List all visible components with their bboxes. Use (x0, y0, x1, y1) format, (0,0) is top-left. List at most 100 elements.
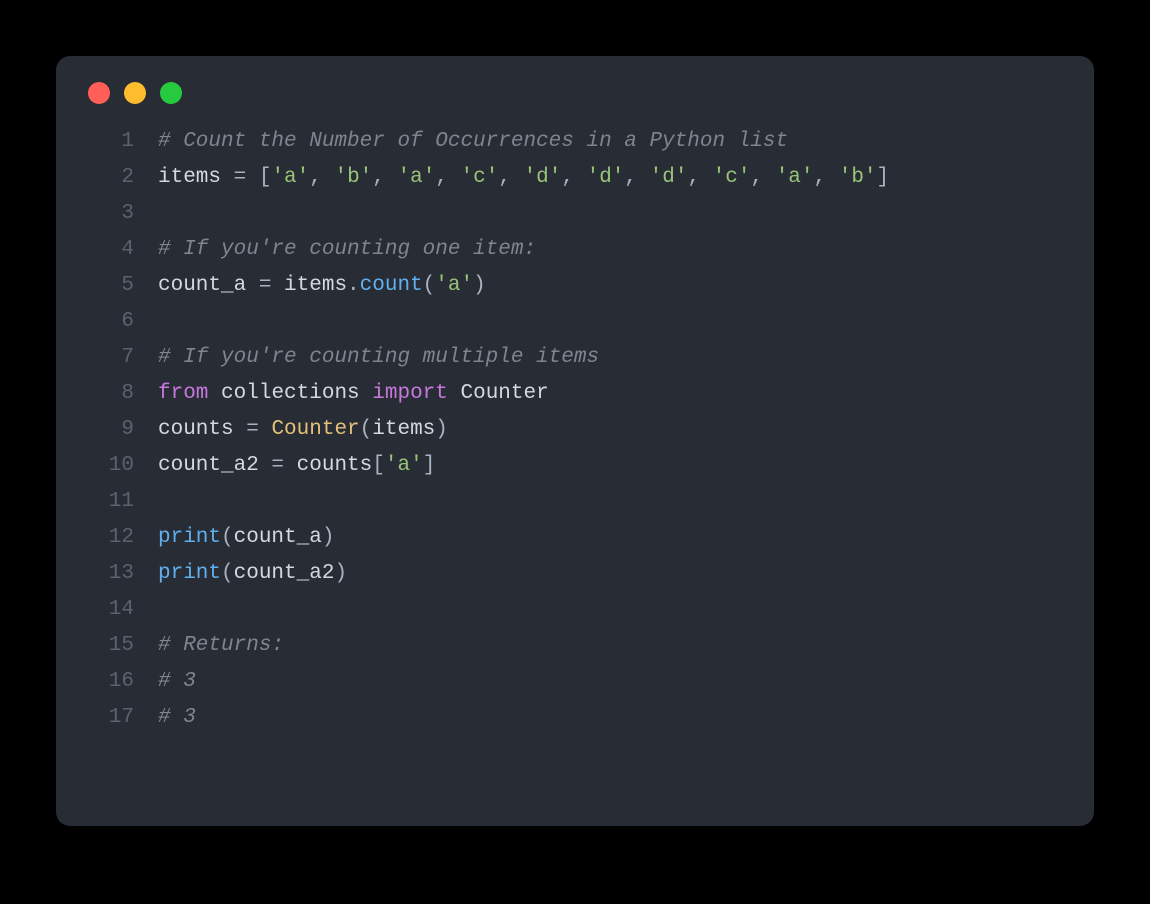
line-number: 15 (86, 628, 158, 664)
operator: = (221, 166, 259, 189)
string: 'd' (650, 166, 688, 189)
code-line: 16 # 3 (86, 664, 1064, 700)
comma: , (814, 166, 839, 189)
code-line: 4 # If you're counting one item: (86, 232, 1064, 268)
string: 'a' (271, 166, 309, 189)
line-number: 12 (86, 520, 158, 556)
comment: # If you're counting one item: (158, 238, 536, 261)
string: 'c' (461, 166, 499, 189)
string: 'd' (587, 166, 625, 189)
keyword: from (158, 382, 208, 405)
code-line: 3 (86, 196, 1064, 232)
space (360, 382, 373, 405)
string: 'a' (435, 274, 473, 297)
code-content: # If you're counting one item: (158, 232, 536, 268)
comment: # If you're counting multiple items (158, 346, 599, 369)
comma: , (309, 166, 334, 189)
code-editor[interactable]: 1 # Count the Number of Occurrences in a… (86, 124, 1064, 736)
string: 'a' (776, 166, 814, 189)
operator: = (234, 418, 272, 441)
code-line: 11 (86, 484, 1064, 520)
line-number: 7 (86, 340, 158, 376)
line-number: 4 (86, 232, 158, 268)
method: count (360, 274, 423, 297)
code-line: 2 items = ['a', 'b', 'a', 'c', 'd', 'd',… (86, 160, 1064, 196)
close-icon[interactable] (88, 82, 110, 104)
code-line: 1 # Count the Number of Occurrences in a… (86, 124, 1064, 160)
bracket: [ (259, 166, 272, 189)
bracket: ] (423, 454, 436, 477)
keyword: import (372, 382, 448, 405)
code-content (158, 196, 171, 232)
string: 'b' (334, 166, 372, 189)
code-line: 14 (86, 592, 1064, 628)
bracket: ] (877, 166, 890, 189)
identifier: Counter (461, 382, 549, 405)
comma: , (561, 166, 586, 189)
identifier: count_a2 (234, 562, 335, 585)
space (208, 382, 221, 405)
paren: ( (221, 526, 234, 549)
code-content: print(count_a2) (158, 556, 347, 592)
comma: , (435, 166, 460, 189)
code-line: 6 (86, 304, 1064, 340)
comma: , (498, 166, 523, 189)
code-content: # 3 (158, 700, 196, 736)
code-content: count_a2 = counts['a'] (158, 448, 435, 484)
paren: ( (221, 562, 234, 585)
identifier: items (372, 418, 435, 441)
code-line: 17 # 3 (86, 700, 1064, 736)
comment: # Count the Number of Occurrences in a P… (158, 130, 788, 153)
class: Counter (271, 418, 359, 441)
identifier: items (158, 166, 221, 189)
identifier: items (284, 274, 347, 297)
space (448, 382, 461, 405)
identifier: count_a2 (158, 454, 259, 477)
line-number: 2 (86, 160, 158, 196)
code-content: # Returns: (158, 628, 284, 664)
code-content: count_a = items.count('a') (158, 268, 486, 304)
dot: . (347, 274, 360, 297)
line-number: 1 (86, 124, 158, 160)
identifier: counts (158, 418, 234, 441)
comment: # 3 (158, 670, 196, 693)
string: 'd' (524, 166, 562, 189)
builtin: print (158, 526, 221, 549)
code-content: # 3 (158, 664, 196, 700)
code-line: 9 counts = Counter(items) (86, 412, 1064, 448)
line-number: 6 (86, 304, 158, 340)
line-number: 8 (86, 376, 158, 412)
code-line: 7 # If you're counting multiple items (86, 340, 1064, 376)
line-number: 11 (86, 484, 158, 520)
code-line: 5 count_a = items.count('a') (86, 268, 1064, 304)
minimize-icon[interactable] (124, 82, 146, 104)
string: 'c' (713, 166, 751, 189)
code-content (158, 592, 171, 628)
paren: ) (435, 418, 448, 441)
code-line: 13 print(count_a2) (86, 556, 1064, 592)
line-number: 13 (86, 556, 158, 592)
comma: , (750, 166, 775, 189)
comma: , (372, 166, 397, 189)
paren: ( (360, 418, 373, 441)
identifier: count_a (158, 274, 246, 297)
code-content: items = ['a', 'b', 'a', 'c', 'd', 'd', '… (158, 160, 889, 196)
line-number: 3 (86, 196, 158, 232)
operator: = (246, 274, 284, 297)
code-line: 12 print(count_a) (86, 520, 1064, 556)
code-line: 15 # Returns: (86, 628, 1064, 664)
code-content (158, 304, 171, 340)
code-content: from collections import Counter (158, 376, 549, 412)
code-content: counts = Counter(items) (158, 412, 448, 448)
operator: = (259, 454, 297, 477)
window-traffic-lights (88, 82, 1064, 104)
identifier: count_a (234, 526, 322, 549)
module: collections (221, 382, 360, 405)
comma: , (624, 166, 649, 189)
zoom-icon[interactable] (160, 82, 182, 104)
string: 'b' (839, 166, 877, 189)
line-number: 16 (86, 664, 158, 700)
code-window: 1 # Count the Number of Occurrences in a… (56, 56, 1094, 826)
paren: ( (423, 274, 436, 297)
paren: ) (473, 274, 486, 297)
